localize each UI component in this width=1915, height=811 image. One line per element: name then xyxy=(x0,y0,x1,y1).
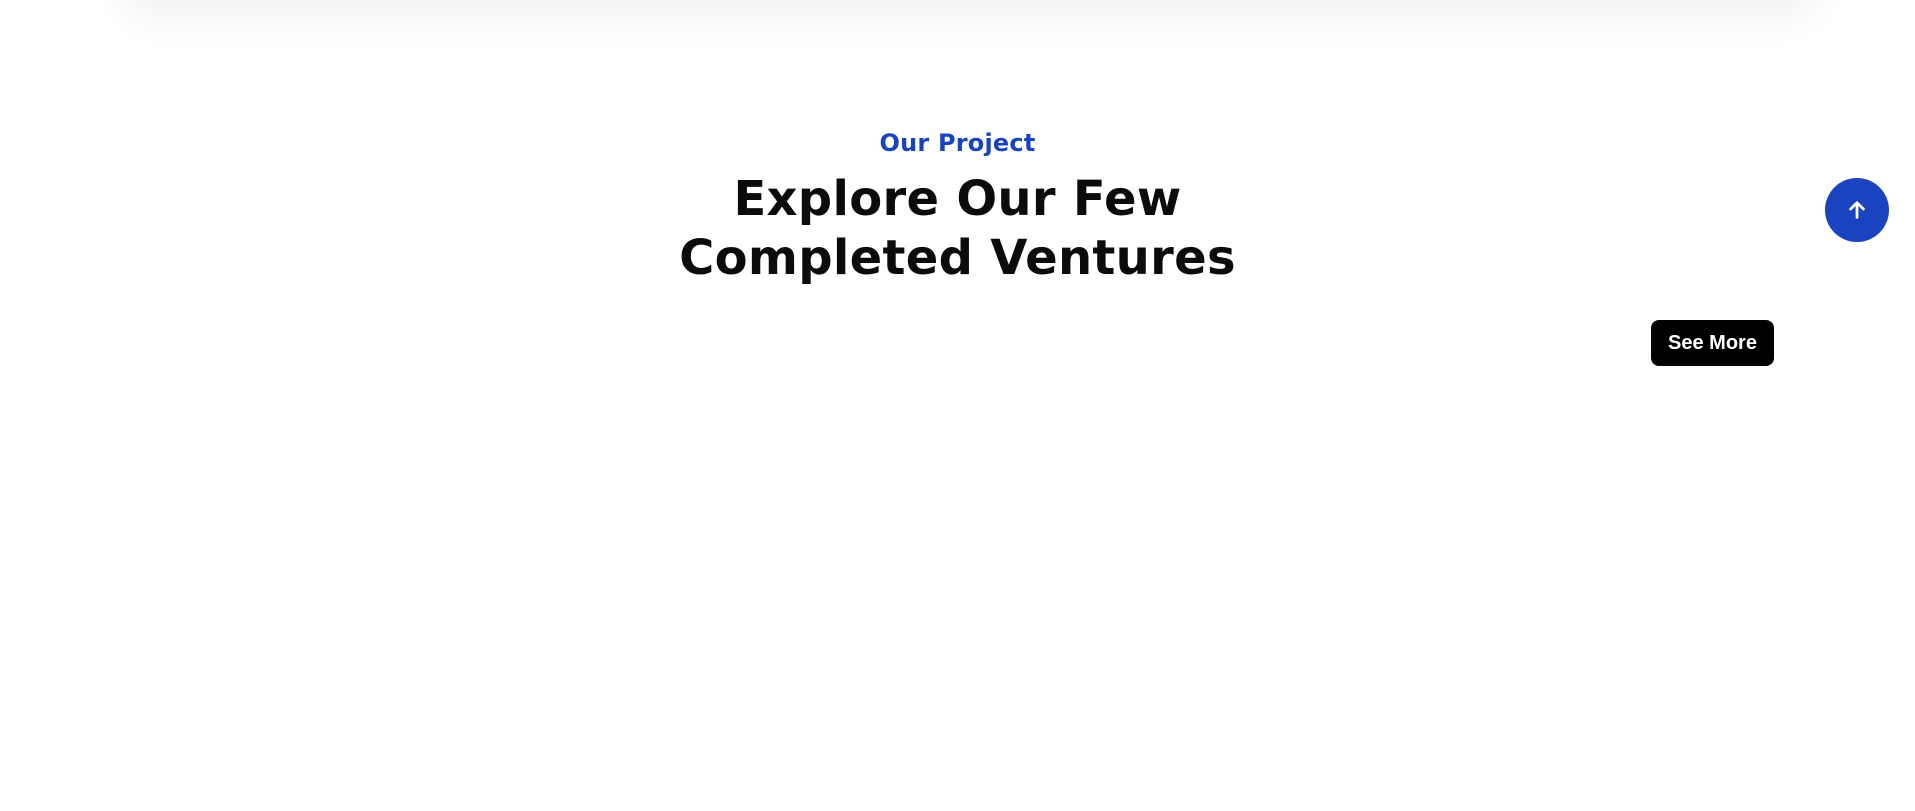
project-section-heading: Our Project Explore Our Few Completed Ve… xyxy=(0,128,1915,288)
section-title: Explore Our Few Completed Ventures xyxy=(679,171,1236,286)
scroll-to-top-button[interactable] xyxy=(1825,178,1889,242)
arrow-up-icon xyxy=(1846,199,1868,221)
see-more-button[interactable]: See More xyxy=(1651,320,1774,366)
page: Our Project Explore Our Few Completed Ve… xyxy=(0,0,1915,811)
section-eyebrow: Our Project xyxy=(879,129,1036,157)
